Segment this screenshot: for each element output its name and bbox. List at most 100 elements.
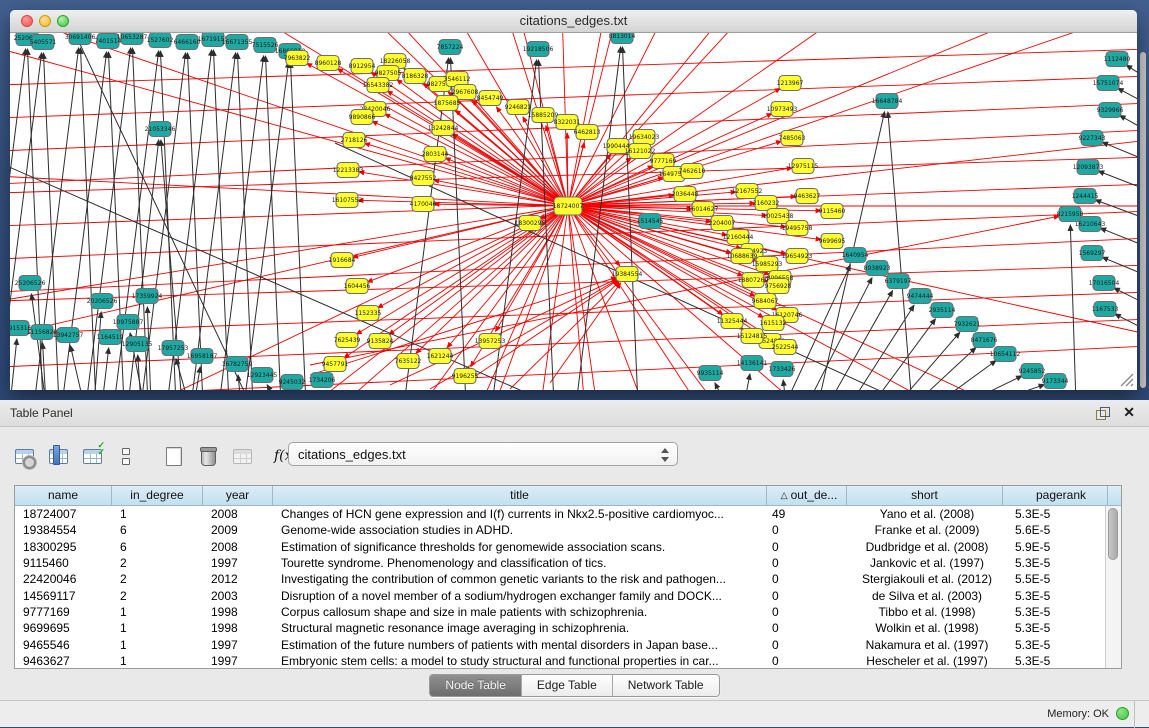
table-cell[interactable]: 0	[767, 523, 847, 537]
column-header-pagerank[interactable]: pagerank	[1003, 486, 1108, 505]
row-height-icon[interactable]	[112, 442, 140, 470]
table-cell[interactable]: 2009	[203, 523, 273, 537]
table-cell[interactable]: 5.3E-5	[1003, 654, 1108, 668]
table-cell[interactable]: 2	[112, 556, 203, 570]
table-cell[interactable]: 0	[767, 621, 847, 635]
vertical-scrollbar[interactable]	[1105, 506, 1121, 668]
table-cell[interactable]: 2003	[203, 589, 273, 603]
table-cell[interactable]: 0	[767, 654, 847, 668]
table-cell[interactable]: 9115460	[15, 556, 112, 570]
table-cell[interactable]: 1	[112, 621, 203, 635]
table-cell[interactable]: Corpus callosum shape and size in male p…	[273, 605, 767, 619]
table-cell[interactable]: Embryonic stem cells: a model to study s…	[273, 654, 767, 668]
delete-rows-icon[interactable]	[194, 442, 222, 470]
select-columns-icon[interactable]: ✓✓	[78, 442, 106, 470]
table-cell[interactable]: Nakamura et al. (1997)	[847, 638, 1003, 652]
table-cell[interactable]: 1997	[203, 638, 273, 652]
table-cell[interactable]: 1997	[203, 654, 273, 668]
table-cell[interactable]: Changes of HCN gene expression and I(f) …	[273, 507, 767, 521]
column-header-short[interactable]: short	[847, 486, 1003, 505]
table-cell[interactable]: 9465546	[15, 638, 112, 652]
table-cell[interactable]: 18300295	[15, 540, 112, 554]
table-cell[interactable]: Dudbridge et al. (2008)	[847, 540, 1003, 554]
table-row[interactable]: 969969511998Structural magnetic resonanc…	[15, 620, 1121, 636]
table-cell[interactable]: de Silva et al. (2003)	[847, 589, 1003, 603]
network-canvas[interactable]: 2520652540557130691406740151410653287152…	[10, 33, 1137, 390]
show-columns-icon[interactable]	[44, 442, 72, 470]
tab-node-table[interactable]: Node Table	[430, 675, 522, 696]
table-cell[interactable]: 9463627	[15, 654, 112, 668]
table-cell[interactable]: 1	[112, 605, 203, 619]
table-cell[interactable]: Hescheler et al. (1997)	[847, 654, 1003, 668]
table-cell[interactable]: 2008	[203, 507, 273, 521]
node-attribute-table[interactable]: namein_degreeyeartitle△out_de...shortpag…	[14, 485, 1122, 669]
table-cell[interactable]: 18724007	[15, 507, 112, 521]
table-cell[interactable]: Estimation of the future numbers of pati…	[273, 638, 767, 652]
table-cell[interactable]: 22420046	[15, 572, 112, 586]
table-cell[interactable]: 0	[767, 540, 847, 554]
tab-network-table[interactable]: Network Table	[613, 675, 719, 696]
table-cell[interactable]: 9699695	[15, 621, 112, 635]
table-cell[interactable]: 5.3E-5	[1003, 638, 1108, 652]
table-cell[interactable]: 5.5E-5	[1003, 572, 1108, 586]
table-cell[interactable]: 19384554	[15, 523, 112, 537]
new-table-icon[interactable]	[160, 442, 188, 470]
table-cell[interactable]: Tourette syndrome. Phenomenology and cla…	[273, 556, 767, 570]
table-selector-dropdown[interactable]: citations_edges.txt	[288, 442, 678, 466]
table-cell[interactable]: Disruption of a novel member of a sodium…	[273, 589, 767, 603]
table-mode-icon[interactable]	[10, 442, 38, 470]
table-cell[interactable]: 2008	[203, 540, 273, 554]
table-cell[interactable]: 5.3E-5	[1003, 556, 1108, 570]
table-cell[interactable]: 5.9E-5	[1003, 540, 1108, 554]
table-cell[interactable]: 1	[112, 507, 203, 521]
table-cell[interactable]: 1998	[203, 621, 273, 635]
float-panel-icon[interactable]	[1096, 407, 1109, 420]
column-header-year[interactable]: year	[203, 486, 273, 505]
table-cell[interactable]: 1997	[203, 556, 273, 570]
table-cell[interactable]: Estimation of significance thresholds fo…	[273, 540, 767, 554]
table-cell[interactable]: Tibbo et al. (1998)	[847, 605, 1003, 619]
table-row[interactable]: 1456911722003Disruption of a novel membe…	[15, 587, 1121, 603]
window-resize-grip[interactable]	[1118, 371, 1134, 387]
column-header-name[interactable]: name	[15, 486, 112, 505]
table-cell[interactable]: 5.6E-5	[1003, 523, 1108, 537]
table-cell[interactable]: Wolkin et al. (1998)	[847, 621, 1003, 635]
table-cell[interactable]: Genome-wide association studies in ADHD.	[273, 523, 767, 537]
table-row[interactable]: 946554611997Estimation of the future num…	[15, 636, 1121, 652]
close-panel-icon[interactable]: ✕	[1123, 404, 1135, 421]
table-cell[interactable]: 1	[112, 638, 203, 652]
table-cell[interactable]: 5.3E-5	[1003, 507, 1108, 521]
table-cell[interactable]: 2	[112, 572, 203, 586]
table-cell[interactable]: 0	[767, 638, 847, 652]
table-row[interactable]: 911546021997Tourette syndrome. Phenomeno…	[15, 555, 1121, 571]
table-row[interactable]: 2242004622012Investigating the contribut…	[15, 571, 1121, 587]
table-cell[interactable]: 0	[767, 605, 847, 619]
table-cell[interactable]: 6	[112, 523, 203, 537]
table-cell[interactable]: 0	[767, 556, 847, 570]
delete-table-icon[interactable]	[228, 442, 256, 470]
window-titlebar[interactable]: citations_edges.txt	[10, 10, 1137, 33]
scrollbar-thumb[interactable]	[1108, 508, 1118, 560]
table-cell[interactable]: 2012	[203, 572, 273, 586]
table-cell[interactable]: Stergiakouli et al. (2012)	[847, 572, 1003, 586]
table-cell[interactable]: 5.3E-5	[1003, 621, 1108, 635]
table-cell[interactable]: 5.3E-5	[1003, 589, 1108, 603]
table-cell[interactable]: 1998	[203, 605, 273, 619]
table-cell[interactable]: Jankovic et al. (1997)	[847, 556, 1003, 570]
column-header-title[interactable]: title	[273, 486, 767, 505]
table-cell[interactable]: 1	[112, 654, 203, 668]
table-cell[interactable]: 49	[767, 507, 847, 521]
table-cell[interactable]: Investigating the contribution of common…	[273, 572, 767, 586]
table-row[interactable]: 1830029562008Estimation of significance …	[15, 539, 1121, 555]
table-cell[interactable]: 0	[767, 589, 847, 603]
table-cell[interactable]: Yano et al. (2008)	[847, 507, 1003, 521]
memory-status-indicator[interactable]	[1116, 707, 1129, 720]
table-cell[interactable]: 9777169	[15, 605, 112, 619]
table-cell[interactable]: Structural magnetic resonance image aver…	[273, 621, 767, 635]
table-cell[interactable]: 6	[112, 540, 203, 554]
column-header-out_de[interactable]: △out_de...	[767, 486, 847, 505]
table-row[interactable]: 1938455462009Genome-wide association stu…	[15, 522, 1121, 538]
network-view-window[interactable]: citations_edges.txt 25206525405571306914…	[10, 10, 1137, 390]
table-row[interactable]: 946362711997Embryonic stem cells: a mode…	[15, 653, 1121, 669]
column-header-in_degree[interactable]: in_degree	[112, 486, 203, 505]
